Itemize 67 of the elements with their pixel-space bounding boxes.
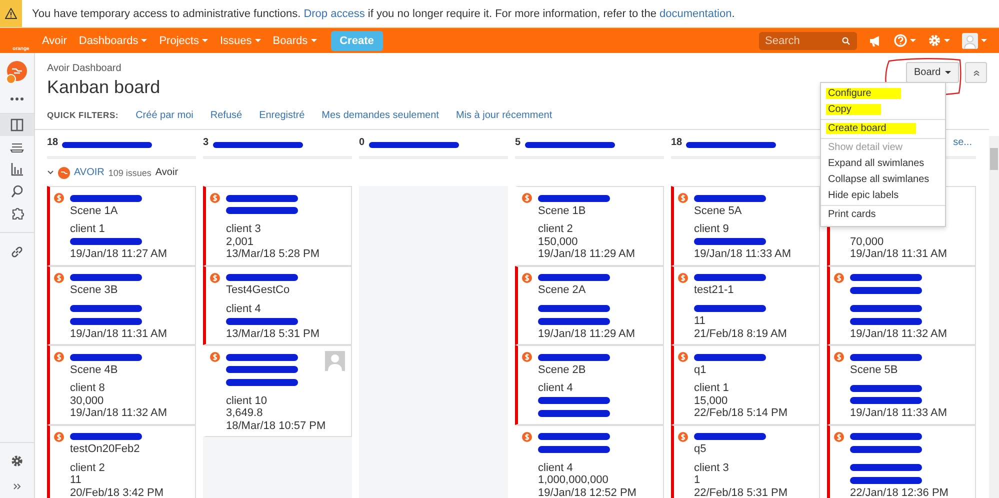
card-text: Test4GestCo <box>226 284 290 296</box>
card-text: client 4 <box>538 462 573 474</box>
card-text: client 3 <box>226 223 261 236</box>
card-text: 22/Feb/18 5:14 PM <box>694 407 788 420</box>
card-text: 20/Feb/18 3:42 PM <box>70 486 164 498</box>
column-count: 0 <box>359 137 365 148</box>
issue-count: 109 issues <box>108 168 152 178</box>
card-text: 1 <box>694 474 700 486</box>
card-text: client 1 <box>694 382 729 394</box>
card-text: q1 <box>694 364 706 376</box>
highlight-mark: Configure <box>826 88 902 99</box>
card-text: 19/Jan/18 12:52 PM <box>538 486 636 498</box>
card-text: 19/Jan/18 11:32 AM <box>850 328 948 340</box>
card-text: Scene 2A <box>538 284 586 296</box>
card-text: client 9 <box>694 223 729 236</box>
card-text: Scene 5A <box>694 204 742 217</box>
card-text: 11 <box>694 315 706 328</box>
card-text: 70,000 <box>850 236 884 248</box>
card-text: Scene 1A <box>70 204 118 217</box>
column-count: 5 <box>515 137 521 148</box>
card-text: 150,000 <box>538 236 578 248</box>
card-text: 13/Mar/18 5:31 PM <box>226 328 320 340</box>
card-text: client 2 <box>70 462 105 474</box>
card-text: q5 <box>694 443 706 456</box>
card-text: client 2 <box>538 223 573 236</box>
card-text: Scene 2B <box>538 364 586 376</box>
highlight-mark: Copy <box>826 104 882 115</box>
column-count: 3 <box>203 137 209 148</box>
warning-message: You have temporary access to administrative functions. Drop access if you no longer require it. For more information, refer to the documentation. <box>32 8 735 20</box>
card-text: 13/Mar/18 5:28 PM <box>226 248 320 260</box>
filters-label: QUICK FILTERS: <box>47 110 119 120</box>
card-text: 1,000,000,000 <box>538 474 608 486</box>
card-text: Scene 5B <box>850 364 898 376</box>
card-text: client 10 <box>226 394 267 407</box>
card-text: 3,649.8 <box>226 407 263 420</box>
card-text: 22/Feb/18 5:31 PM <box>694 486 788 498</box>
card-text: 19/Jan/18 11:31 AM <box>850 248 948 260</box>
menu-item: Show detail view <box>827 141 904 155</box>
card-text: 21/Feb/18 8:19 AM <box>694 328 787 340</box>
card-text: 19/Jan/18 11:27 AM <box>70 248 168 260</box>
card-text: Scene 1B <box>538 204 586 217</box>
card-text: 22/Jan/18 12:36 PM <box>850 486 948 498</box>
card-text: 19/Jan/18 11:33 AM <box>850 407 948 420</box>
highlight-mark: Create board <box>826 123 916 134</box>
card-text: client 8 <box>70 382 105 394</box>
card-text: client 1 <box>70 223 105 236</box>
column-count: 18 <box>671 137 682 148</box>
page-title: Kanban board <box>47 77 160 98</box>
card-text: 19/Jan/18 11:31 AM <box>70 328 168 340</box>
card-text: 15,000 <box>694 394 728 407</box>
card-text: 19/Jan/18 11:29 AM <box>538 248 636 260</box>
card-text: Scene 4B <box>70 364 118 376</box>
swimlane-name: Avoir <box>155 167 178 178</box>
card-text: testOn20Feb2 <box>70 443 140 456</box>
card-text: Scene 3B <box>70 284 118 296</box>
card-text: 30,000 <box>70 394 104 407</box>
card-text: client 3 <box>694 462 729 474</box>
card-text: 2,001 <box>226 236 254 248</box>
card-text: client 4 <box>226 302 261 315</box>
card-text: client 4 <box>538 382 573 394</box>
card-text: 19/Jan/18 11:32 AM <box>70 407 168 420</box>
card-text: 19/Jan/18 11:29 AM <box>538 328 636 340</box>
card-text: 19/Jan/18 11:33 AM <box>694 248 792 260</box>
card-text: test21-1 <box>694 284 734 296</box>
card-text: 11 <box>70 474 82 486</box>
card-text: 18/Mar/18 10:57 PM <box>226 420 326 432</box>
column-count: 18 <box>47 137 58 148</box>
